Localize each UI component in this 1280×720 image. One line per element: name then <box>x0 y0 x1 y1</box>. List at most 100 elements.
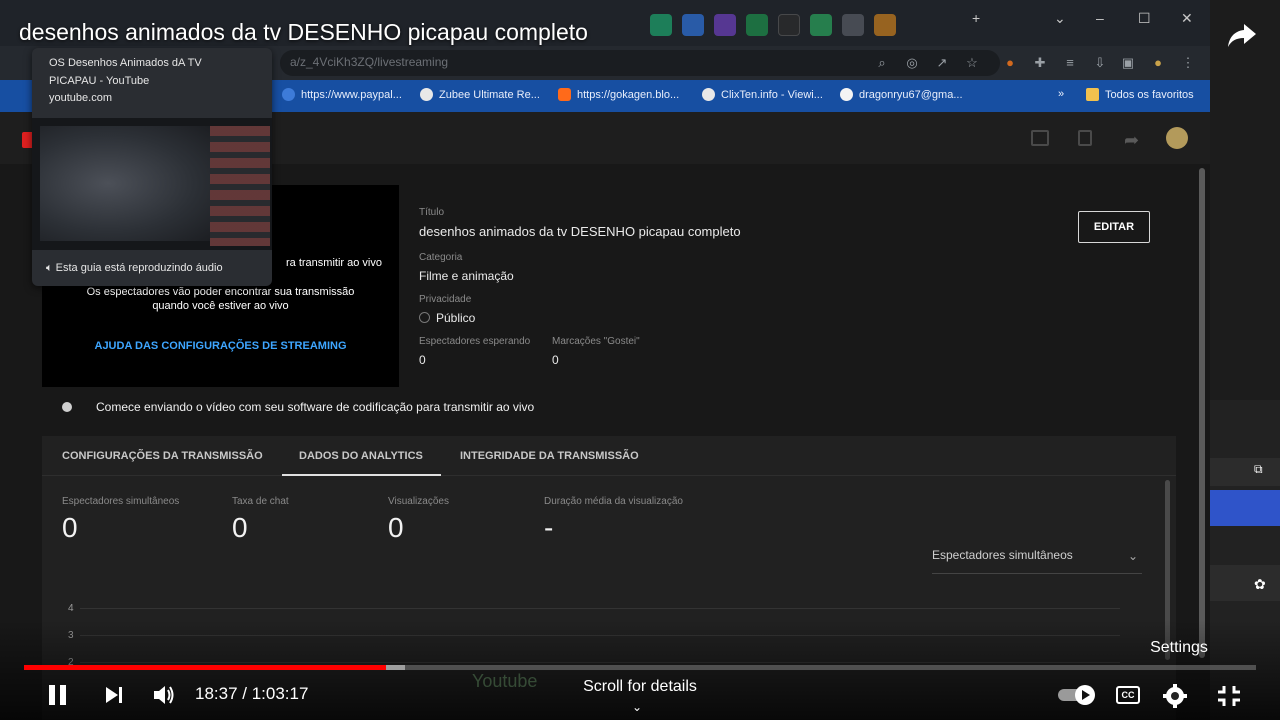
bookmark-item[interactable]: dragonryu67@gma... <box>840 88 963 101</box>
tab-stream-health[interactable]: INTEGRIDADE DA TRANSMISSÃO <box>460 450 639 462</box>
metric-label: Espectadores simultâneos <box>62 496 180 507</box>
waiting-viewers-value: 0 <box>419 353 426 367</box>
pause-icon[interactable] <box>46 683 70 707</box>
hover-card-domain: youtube.com <box>49 92 112 104</box>
tab-favicon-icon[interactable] <box>682 14 704 36</box>
globe-icon <box>702 88 715 101</box>
folder-icon <box>1086 88 1099 101</box>
maximize-icon[interactable]: ☐ <box>1138 10 1151 27</box>
bookmark-label: dragonryu67@gma... <box>859 88 963 101</box>
desktop-side-strip: ✿ ⧉ <box>1210 0 1280 720</box>
blogger-icon <box>558 88 571 101</box>
eye-off-icon[interactable]: ◎ <box>904 55 920 71</box>
thumbnail-blur <box>40 126 210 241</box>
tab-search-icon[interactable]: ⌄ <box>1054 10 1066 27</box>
settings-gear-icon[interactable] <box>1162 683 1188 709</box>
tab-hover-card: OS Desenhos Animados dA TV PICAPAU - You… <box>32 48 272 286</box>
minimize-icon[interactable]: – <box>1096 10 1104 26</box>
bookmark-label: https://www.paypal... <box>301 88 402 101</box>
close-window-icon[interactable]: ✕ <box>1181 10 1193 27</box>
category-label: Categoria <box>419 252 463 263</box>
tab-stream-settings[interactable]: CONFIGURAÇÕES DA TRANSMISSÃO <box>62 450 263 462</box>
share-icon[interactable] <box>1226 20 1258 50</box>
side-blue-block <box>1210 490 1280 526</box>
video-player[interactable]: + ⌄ – ☐ ✕ a/z_4VciKh3ZQ/livestreaming ⌕ … <box>0 0 1280 720</box>
metric-label: Taxa de chat <box>232 496 289 507</box>
preview-text-line1: ra transmitir ao vivo <box>286 257 382 269</box>
all-favorites-folder[interactable]: Todos os favoritos <box>1086 88 1194 101</box>
chevron-down-icon[interactable]: ⌄ <box>632 700 642 714</box>
tab-favicon-icon[interactable] <box>874 14 896 36</box>
url-text: a/z_4VciKh3ZQ/livestreaming <box>290 55 449 69</box>
tab-favicon-icon[interactable] <box>778 14 800 36</box>
tab-icons <box>650 14 896 36</box>
likes-label: Marcações "Gostei" <box>552 336 640 347</box>
new-tab-icon[interactable]: + <box>972 10 980 26</box>
scroll-for-details[interactable]: Scroll for details <box>560 678 720 696</box>
bookmark-label: https://gokagen.blo... <box>577 88 680 101</box>
tab-favicon-icon[interactable] <box>842 14 864 36</box>
exit-fullscreen-icon[interactable] <box>1216 684 1242 708</box>
metric-value: 0 <box>62 512 78 543</box>
category-value: Filme e animação <box>419 269 514 283</box>
chevron-down-icon: ⌄ <box>1127 549 1138 563</box>
autoplay-toggle[interactable] <box>1057 684 1097 706</box>
browser-menu-icon[interactable]: ⋮ <box>1180 55 1196 71</box>
tab-analytics[interactable]: DADOS DO ANALYTICS <box>299 450 423 462</box>
settings-tooltip: Settings <box>1150 639 1208 656</box>
bookmarks-more-button[interactable]: » <box>1058 88 1064 100</box>
bookmark-item[interactable]: Zubee Ultimate Re... <box>420 88 540 101</box>
bookmark-item[interactable]: https://www.paypal... <box>282 88 402 101</box>
extensions-puzzle-icon[interactable]: ✚ <box>1032 55 1048 71</box>
waiting-viewers-label: Espectadores esperando <box>419 336 531 347</box>
tab-favicon-icon[interactable] <box>714 14 736 36</box>
tab-favicon-icon[interactable] <box>810 14 832 36</box>
hover-card-audio: 🔈︎ Esta guia está reproduzindo áudio <box>46 262 223 275</box>
subtitles-button[interactable]: CC <box>1116 686 1140 704</box>
status-dot-icon <box>62 402 72 412</box>
bookmark-icon[interactable] <box>1078 130 1092 146</box>
share-arrow-icon[interactable]: ➦ <box>1124 130 1139 151</box>
active-tab-indicator <box>282 474 441 476</box>
metric-label: Visualizações <box>388 496 449 507</box>
bookmark-item[interactable]: ClixTen.info - Viewi... <box>702 88 823 101</box>
likes-value: 0 <box>552 353 559 367</box>
window-icon[interactable]: ⧉ <box>1254 462 1263 477</box>
globe-icon <box>282 88 295 101</box>
time-display: 18:37 / 1:03:17 <box>195 684 309 703</box>
extension-fox-icon[interactable]: ● <box>1002 55 1018 71</box>
reading-list-icon[interactable]: ≡ <box>1062 55 1078 71</box>
page-scrollbar[interactable] <box>1199 168 1205 658</box>
download-icon[interactable]: ⇩ <box>1092 55 1108 71</box>
bookmark-label: ClixTen.info - Viewi... <box>721 88 823 101</box>
bookmark-item[interactable]: https://gokagen.blo... <box>558 88 679 101</box>
chart-gridline <box>80 608 1120 609</box>
volume-icon[interactable] <box>152 684 176 706</box>
watermark-text: Youtube <box>472 671 538 691</box>
privacy-text: Público <box>436 311 476 325</box>
chevron-double-right-icon: » <box>1058 88 1065 100</box>
streaming-help-link[interactable]: AJUDA DAS CONFIGURAÇÕES DE STREAMING <box>42 340 399 352</box>
avatar[interactable] <box>1166 127 1188 149</box>
share-page-icon[interactable]: ↗ <box>934 55 950 71</box>
side-panel-icon[interactable]: ▣ <box>1120 55 1136 71</box>
edit-button[interactable]: EDITAR <box>1078 211 1150 243</box>
tab-favicon-icon[interactable] <box>650 14 672 36</box>
status-message: Comece enviando o vídeo com seu software… <box>96 400 535 414</box>
gear-icon[interactable]: ✿ <box>1254 576 1266 593</box>
metric-select[interactable]: Espectadores simultâneos ⌄ <box>932 548 1142 574</box>
progress-bar[interactable] <box>24 665 1256 670</box>
next-icon[interactable] <box>104 685 126 705</box>
preview-text-body: Os espectadores vão poder encontrar sua … <box>42 285 399 313</box>
profile-avatar-icon[interactable]: ● <box>1150 55 1166 71</box>
bookmark-star-icon[interactable]: ☆ <box>964 55 980 71</box>
google-icon <box>840 88 853 101</box>
zoom-icon[interactable]: ⌕ <box>874 55 890 71</box>
popout-icon[interactable] <box>1031 130 1049 146</box>
progress-played <box>24 665 387 670</box>
privacy-value: Público <box>419 311 475 325</box>
video-title[interactable]: desenhos animados da tv DESENHO picapau … <box>19 19 588 46</box>
tab-favicon-icon[interactable] <box>746 14 768 36</box>
thumbnail-sidebar <box>210 126 270 246</box>
side-block <box>1210 458 1280 486</box>
